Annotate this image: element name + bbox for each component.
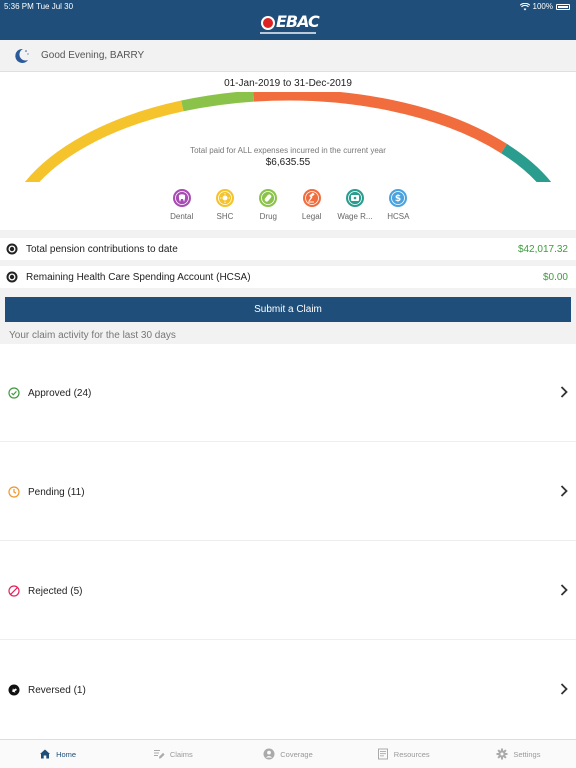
category-label: Wage R...: [337, 212, 373, 221]
wifi-icon: [519, 2, 530, 10]
claims-rejected-item[interactable]: Rejected (5): [0, 542, 576, 640]
greeting-text: Good Evening, BARRY: [41, 50, 145, 61]
reverse-icon: [8, 684, 20, 696]
claims-pending-item[interactable]: Pending (11): [0, 443, 576, 541]
category-label: Drug: [259, 212, 277, 221]
logo-emblem-icon: [261, 16, 275, 30]
category-list: Dental SHC Drug Legal Wage R... $ HCSA: [160, 188, 420, 228]
battery-icon: [556, 3, 570, 10]
category-label: Dental: [170, 212, 194, 221]
gear-icon: [496, 748, 508, 760]
claim-status-label: Approved (24): [28, 388, 92, 399]
category-label: HCSA: [387, 212, 410, 221]
info-label: Remaining Health Care Spending Account (…: [26, 272, 251, 283]
claims-approved-item[interactable]: Approved (24): [0, 344, 576, 442]
logo-text: EBAC: [276, 12, 320, 31]
logo-underline: [260, 32, 316, 34]
person-icon: [263, 748, 275, 760]
category-legal[interactable]: Legal: [290, 188, 333, 228]
hcsa-remaining-row[interactable]: Remaining Health Care Spending Account (…: [0, 266, 576, 288]
gauge-segment: [181, 92, 254, 112]
ebac-logo: EBAC: [258, 12, 320, 37]
category-hcsa[interactable]: $ HCSA: [377, 188, 420, 228]
info-value: $0.00: [542, 272, 568, 283]
total-paid-label: Total paid for ALL expenses incurred in …: [190, 146, 386, 155]
tab-label: Resources: [393, 749, 430, 759]
status-right: 100%: [519, 2, 570, 11]
sun-icon: [215, 189, 234, 207]
total-paid-value: $6,635.55: [265, 157, 311, 168]
bottom-tab-bar: Home Claims Coverage Resources Settings: [0, 739, 576, 768]
status-date: Tue Jul 30: [36, 2, 74, 11]
document-icon: [377, 748, 388, 760]
svg-text:$: $: [395, 194, 401, 204]
pill-icon: [259, 189, 278, 207]
wallet-icon: [345, 189, 364, 207]
claim-status-label: Pending (11): [28, 487, 85, 498]
tab-label: Claims: [169, 749, 193, 759]
tab-resources[interactable]: Resources: [346, 740, 461, 768]
claim-status-label: Reversed (1): [28, 685, 86, 696]
moon-icon: [15, 48, 29, 63]
tooth-icon: [172, 189, 191, 207]
greeting-bar: Good Evening, BARRY: [0, 40, 576, 72]
category-dental[interactable]: Dental: [160, 188, 203, 228]
tab-label: Settings: [513, 749, 541, 759]
status-time: 5:36 PM: [4, 2, 34, 11]
chevron-right-icon: [560, 584, 568, 596]
pension-contributions-row[interactable]: Total pension contributions to date $42,…: [0, 238, 576, 260]
check-circle-icon: [8, 387, 20, 399]
category-label: Legal: [301, 212, 322, 221]
tab-claims[interactable]: Claims: [115, 740, 230, 768]
claim-status-label: Rejected (5): [28, 586, 83, 597]
gear-badge-icon: [6, 271, 18, 283]
date-range: 01-Jan-2019 to 31-Dec-2019: [224, 78, 352, 89]
tab-label: Home: [56, 749, 77, 759]
gavel-icon: [302, 189, 321, 207]
info-value: $42,017.32: [517, 244, 568, 255]
tab-home[interactable]: Home: [0, 740, 115, 768]
info-label: Total pension contributions to date: [26, 244, 178, 255]
chevron-right-icon: [560, 683, 568, 695]
block-icon: [8, 585, 20, 597]
claim-activity-list: Approved (24) Pending (11) Rejected (5) …: [0, 344, 576, 739]
activity-title: Your claim activity for the last 30 days: [9, 330, 176, 341]
app-header: 5:36 PM Tue Jul 30 100% EBAC: [0, 0, 576, 40]
chevron-right-icon: [560, 485, 568, 497]
claims-reversed-item[interactable]: Reversed (1): [0, 641, 576, 739]
submit-claim-button[interactable]: Submit a Claim: [5, 297, 571, 322]
tab-label: Coverage: [280, 749, 313, 759]
clock-icon: [8, 486, 20, 498]
expense-summary-panel: 01-Jan-2019 to 31-Dec-2019 Total paid fo…: [0, 72, 576, 230]
category-shc[interactable]: SHC: [203, 188, 246, 228]
category-label: SHC: [216, 212, 234, 221]
gauge-segment: [24, 100, 184, 182]
gauge-segment: [253, 92, 507, 154]
dollar-icon: $: [389, 189, 408, 207]
chevron-right-icon: [560, 386, 568, 398]
tab-settings[interactable]: Settings: [461, 740, 576, 768]
category-wage[interactable]: Wage R...: [333, 188, 376, 228]
edit-icon: [153, 750, 165, 759]
gear-badge-icon: [6, 243, 18, 255]
category-drug[interactable]: Drug: [247, 188, 290, 228]
home-icon: [40, 749, 51, 759]
tab-coverage[interactable]: Coverage: [230, 740, 345, 768]
expense-gauge: [24, 92, 552, 182]
battery-percent: 100%: [532, 2, 553, 11]
